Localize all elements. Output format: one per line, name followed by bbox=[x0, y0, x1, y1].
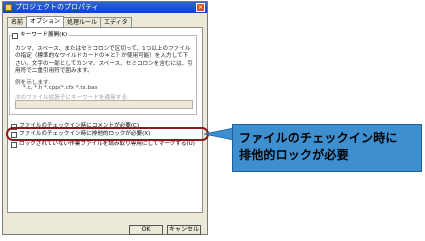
dialog-titlebar: プロジェクトのプロパティ × bbox=[3, 2, 207, 13]
keyword-description: カンマ、スペース、またはセミコロンで区切って、1つ以上のファイルの指定（標準的な… bbox=[15, 46, 193, 75]
readonly-row[interactable]: ロックされていない作業ファイルを読み取り専用にしてマークする(U) bbox=[11, 141, 195, 148]
callout-line-2: 排他的ロックが必要 bbox=[239, 148, 349, 162]
tab-strip: 名前 オプション 処理ルール エディタ bbox=[7, 16, 132, 27]
readonly-checkbox[interactable] bbox=[11, 141, 17, 148]
app-icon bbox=[5, 4, 12, 11]
tab-name[interactable]: 名前 bbox=[7, 17, 28, 27]
exclusive-lock-highlight bbox=[6, 127, 209, 141]
keyword-expansion-label: キーワード展開(K) bbox=[20, 32, 68, 38]
tab-editor[interactable]: エディタ bbox=[100, 17, 132, 27]
close-icon[interactable]: × bbox=[196, 3, 205, 12]
tab-options[interactable]: オプション bbox=[26, 16, 65, 27]
readonly-label: ロックされていない作業ファイルを読み取り専用にしてマークする(U) bbox=[19, 141, 195, 147]
tab-processing-rules[interactable]: 処理ルール bbox=[63, 17, 102, 27]
project-properties-dialog: プロジェクトのプロパティ × 名前 オプション 処理ルール エディタ キーワード… bbox=[2, 1, 209, 235]
callout-pointer bbox=[204, 128, 234, 140]
keyword-expansion-row[interactable]: キーワード展開(K) bbox=[12, 32, 70, 39]
ok-button[interactable]: OK bbox=[129, 225, 163, 235]
extension-field[interactable] bbox=[15, 100, 193, 109]
cancel-button[interactable]: キャンセル bbox=[167, 225, 201, 235]
callout-box: ファイルのチェックイン時に 排他的ロックが必要 bbox=[232, 124, 422, 172]
callout-line-1: ファイルのチェックイン時に bbox=[239, 131, 398, 145]
example-value: *.c, *.h *.cpp(*.cfx *.tx.bas bbox=[23, 85, 98, 91]
keyword-expansion-checkbox[interactable] bbox=[12, 32, 18, 39]
dialog-title: プロジェクトのプロパティ bbox=[15, 3, 99, 11]
